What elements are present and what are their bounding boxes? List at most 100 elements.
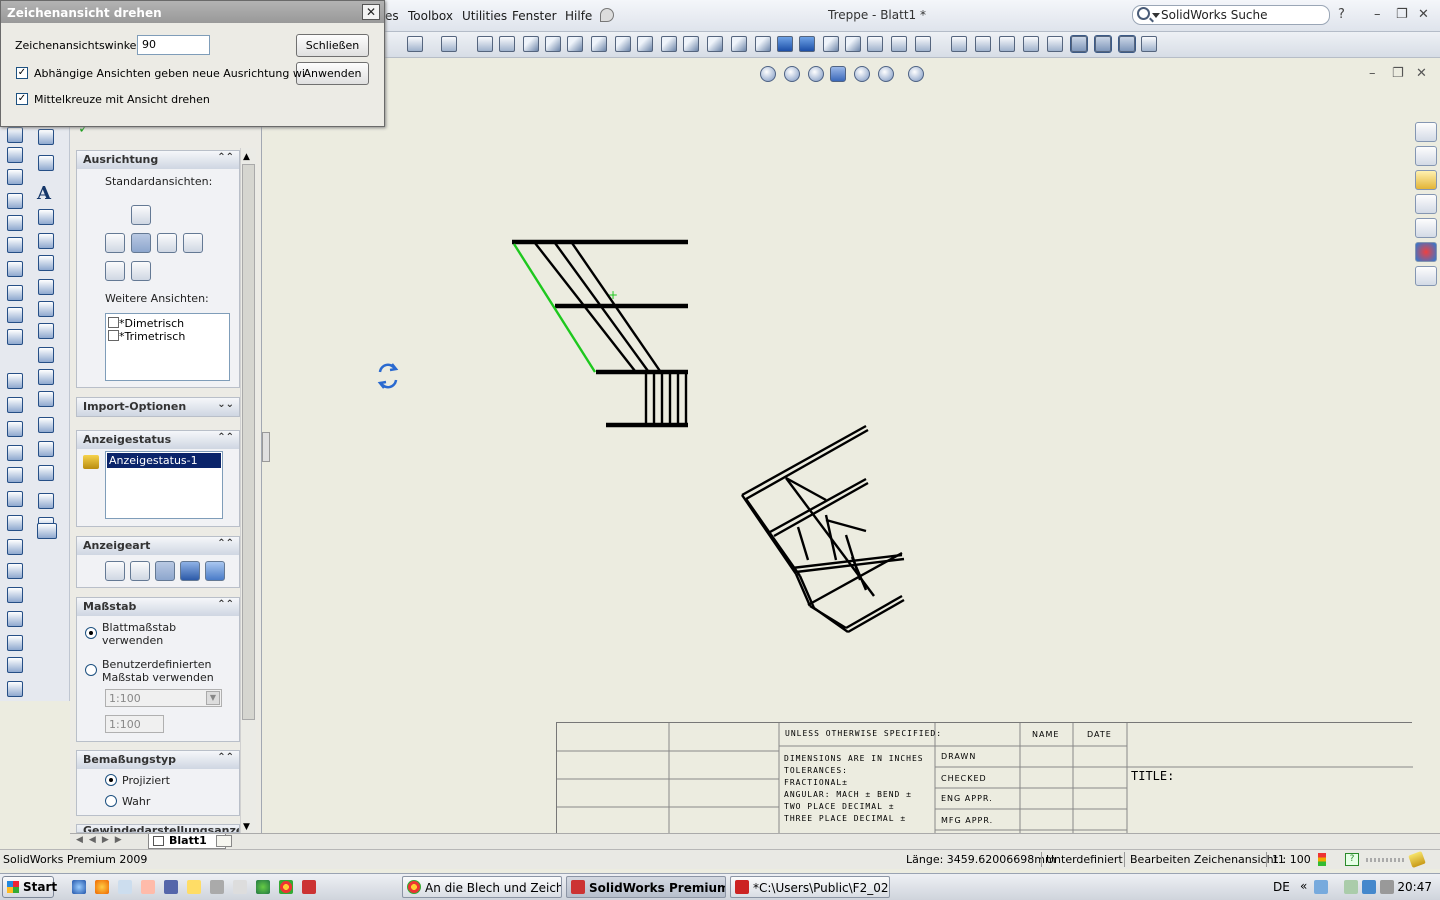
tag-icon[interactable] bbox=[1408, 850, 1426, 869]
tray-icon-2[interactable] bbox=[1344, 880, 1358, 894]
detail-view-tool-icon[interactable] bbox=[7, 237, 23, 253]
view-front-icon[interactable] bbox=[523, 36, 539, 52]
app-icon-3[interactable] bbox=[210, 880, 224, 894]
weld-symbol-icon[interactable] bbox=[38, 279, 54, 295]
edit-sheet-icon[interactable] bbox=[7, 681, 23, 697]
hole-callout-icon[interactable] bbox=[38, 301, 54, 317]
sheet-nav-icons[interactable]: ◀◀▶▶ bbox=[76, 835, 128, 845]
menu-hilfe[interactable]: Hilfe bbox=[565, 9, 592, 23]
detail-view-icon[interactable] bbox=[845, 36, 861, 52]
scroll-up-icon[interactable]: ▲ bbox=[243, 152, 250, 162]
dialog-close-button[interactable]: ✕ bbox=[362, 4, 380, 20]
add-sheet-icon[interactable] bbox=[216, 835, 232, 847]
style-wireframe-icon[interactable] bbox=[105, 561, 125, 581]
search-pane-icon[interactable] bbox=[1415, 194, 1437, 214]
collapse-icon[interactable]: ⌃⌃ bbox=[217, 152, 234, 163]
axis-icon[interactable] bbox=[867, 36, 883, 52]
menu-fenster[interactable]: Fenster bbox=[512, 9, 557, 23]
crop-view-icon[interactable] bbox=[7, 329, 23, 345]
folder-icon[interactable] bbox=[187, 880, 201, 894]
display-style-header[interactable]: Anzeigeart ⌃⌃ bbox=[77, 537, 239, 555]
style-shaded-edges-icon[interactable] bbox=[180, 561, 200, 581]
pin-icon[interactable] bbox=[600, 8, 614, 22]
magnetic-line-icon[interactable] bbox=[38, 391, 54, 407]
view-current-model-icon[interactable] bbox=[131, 205, 151, 225]
app-icon-2[interactable] bbox=[164, 880, 178, 894]
show-desktop-icon[interactable] bbox=[118, 880, 132, 894]
import-options-header[interactable]: Import-Optionen ⌄⌄ bbox=[77, 398, 239, 416]
calculator-icon[interactable] bbox=[233, 880, 247, 894]
display-state-list[interactable]: Anzeigestatus-1 bbox=[105, 451, 223, 519]
scale-combo[interactable]: 1:100 ▼ bbox=[105, 689, 222, 707]
select-arrow-icon[interactable] bbox=[407, 36, 423, 52]
style-shaded-icon[interactable] bbox=[205, 561, 225, 581]
task-browser[interactable]: An die Blech und Zeichnu... bbox=[402, 876, 562, 898]
sheet-format-icon[interactable] bbox=[7, 657, 23, 673]
view-iso-icon[interactable] bbox=[661, 36, 677, 52]
standard-3-view-icon[interactable] bbox=[7, 261, 23, 277]
align-view-icon[interactable] bbox=[7, 491, 23, 507]
collapse-icon[interactable]: ⌃⌃ bbox=[217, 599, 234, 610]
view-properties-icon[interactable] bbox=[7, 611, 23, 627]
model-view-icon[interactable] bbox=[7, 127, 23, 143]
wireframe-icon[interactable] bbox=[683, 36, 699, 52]
dimension-type-header[interactable]: Bemaßungstyp ⌃⌃ bbox=[77, 751, 239, 769]
close-button[interactable]: ✕ bbox=[1418, 7, 1429, 22]
predefined-view-icon[interactable] bbox=[7, 421, 23, 437]
quick-tips-icon[interactable]: ? bbox=[1345, 853, 1359, 866]
surface-finish-tool-icon[interactable] bbox=[38, 255, 54, 271]
style-hidden-removed-icon[interactable] bbox=[155, 561, 175, 581]
format-painter-icon[interactable] bbox=[38, 155, 54, 171]
note-icon[interactable]: A bbox=[37, 183, 51, 204]
view-close-button[interactable]: ✕ bbox=[1416, 66, 1427, 81]
start-button[interactable]: Start bbox=[2, 876, 57, 898]
aligned-section-icon[interactable] bbox=[7, 215, 23, 231]
section-view-tool-icon[interactable] bbox=[7, 193, 23, 209]
revision-symbol-icon[interactable] bbox=[38, 417, 54, 433]
layer-icon[interactable] bbox=[1070, 35, 1088, 53]
sketch-tool-icon[interactable] bbox=[499, 36, 515, 52]
balloon-icon[interactable] bbox=[999, 36, 1015, 52]
menu-toolbox[interactable]: Toolbox bbox=[408, 9, 453, 23]
more-views-list[interactable]: *Dimetrisch *Trimetrisch bbox=[105, 313, 230, 381]
display-sphere-icon[interactable] bbox=[477, 36, 493, 52]
broken-out-section-icon[interactable] bbox=[7, 285, 23, 301]
break-icon[interactable] bbox=[7, 307, 23, 323]
rotate-view-tool-icon[interactable] bbox=[7, 467, 23, 483]
note-tool-icon[interactable] bbox=[951, 36, 967, 52]
scale-header[interactable]: Maßstab ⌃⌃ bbox=[77, 598, 239, 616]
cosmetic-thread-header[interactable]: Gewindedarstellungsanzeig bbox=[77, 825, 239, 832]
center-mark-icon[interactable] bbox=[1118, 35, 1136, 53]
surface-finish-icon[interactable] bbox=[1047, 36, 1063, 52]
view-palette-pane-icon[interactable] bbox=[1415, 218, 1437, 238]
view-bottom-btn-icon[interactable] bbox=[105, 261, 125, 281]
panel-scrollbar[interactable]: ▲ ▼ bbox=[240, 148, 256, 834]
scroll-down-icon[interactable]: ▼ bbox=[243, 822, 250, 832]
center-marks-checkbox[interactable]: ✓ bbox=[16, 93, 28, 105]
empty-view-icon[interactable] bbox=[7, 397, 23, 413]
sheet-tab-blatt1[interactable]: Blatt1 bbox=[148, 834, 226, 849]
collapse-icon[interactable]: ⌃⌃ bbox=[217, 752, 234, 763]
view-front-btn-icon[interactable] bbox=[105, 233, 125, 253]
file-explorer-icon[interactable] bbox=[1415, 170, 1437, 190]
projected-radio[interactable] bbox=[105, 774, 117, 786]
minimize-button[interactable]: – bbox=[1374, 7, 1381, 22]
task-solidworks[interactable]: SolidWorks Premium ... bbox=[566, 876, 726, 898]
update-view-icon[interactable] bbox=[7, 587, 23, 603]
scroll-thumb[interactable] bbox=[242, 164, 255, 720]
auto-balloon-icon[interactable] bbox=[38, 233, 54, 249]
view-top-btn-icon[interactable] bbox=[131, 233, 151, 253]
datum-feature-icon[interactable] bbox=[38, 347, 54, 363]
angle-input[interactable]: 90 bbox=[137, 35, 210, 55]
drawing-canvas[interactable]: + bbox=[262, 58, 1412, 834]
alternate-position-icon[interactable] bbox=[7, 373, 23, 389]
custom-scale-radio[interactable] bbox=[85, 664, 97, 676]
hidden-removed-icon[interactable] bbox=[731, 36, 747, 52]
solidworks-quick-icon[interactable] bbox=[302, 880, 316, 894]
task-file[interactable]: *C:\Users\Public\F2_020... bbox=[730, 876, 890, 898]
language-indicator[interactable]: DE bbox=[1273, 880, 1290, 894]
menu-utilities[interactable]: Utilities bbox=[462, 9, 507, 23]
section-view-icon[interactable] bbox=[823, 36, 839, 52]
spell-check-icon[interactable] bbox=[38, 129, 54, 145]
style-hidden-visible-icon[interactable] bbox=[130, 561, 150, 581]
